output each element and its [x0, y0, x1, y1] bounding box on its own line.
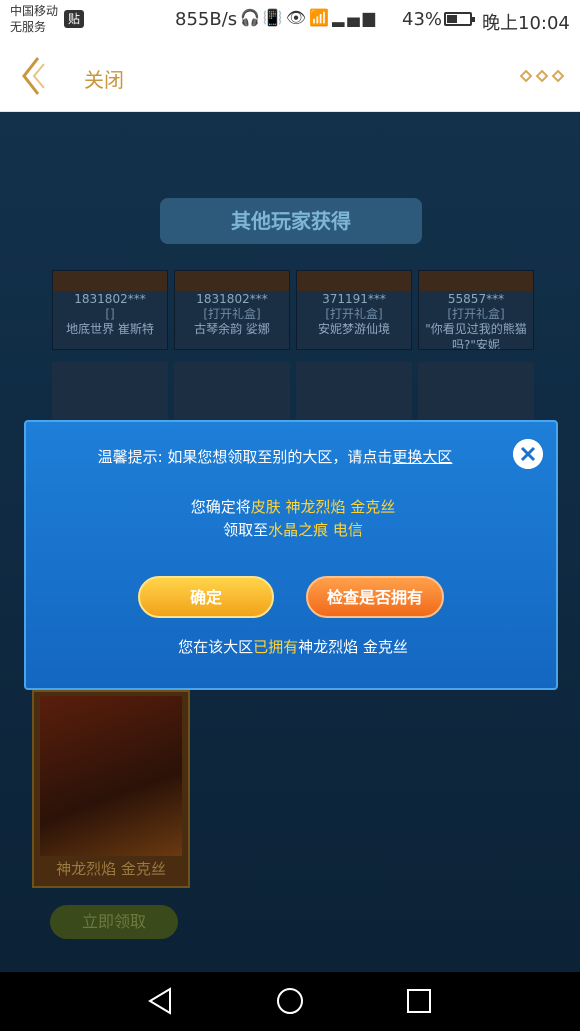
- player-action: [打开礼盒]: [203, 307, 261, 321]
- app-header: 关闭: [0, 40, 580, 112]
- confirm-dialog: 温馨提示: 如果您想领取至别的大区，请点击更换大区 您确定将皮肤 神龙烈焰 金克…: [24, 420, 558, 690]
- eye-icon: 👁: [285, 8, 310, 27]
- carrier-name: 中国移动: [10, 4, 59, 18]
- vibrate-icon: 📳: [262, 8, 286, 27]
- player-action: [打开礼盒]: [447, 307, 505, 321]
- confirm-button[interactable]: 确定: [138, 576, 274, 618]
- battery-icon: [444, 12, 475, 26]
- player-card: 1831802*** [] 地底世界 崔斯特: [52, 270, 168, 350]
- receive-prefix: 领取至: [223, 521, 269, 539]
- skin-card: 神龙烈焰 金克丝: [32, 690, 190, 888]
- section-title: 其他玩家获得: [231, 209, 351, 233]
- player-card: 55857*** [打开礼盒] "你看见过我的熊猫吗?"安妮: [418, 270, 534, 350]
- receive-target: 水晶之痕 电信: [268, 521, 363, 539]
- status-icons: 🎧📳👁📶▂▄▆: [240, 8, 378, 27]
- home-icon[interactable]: [275, 986, 305, 1016]
- carrier-info: 中国移动 无服务: [10, 3, 58, 35]
- player-skin: 古琴余韵 娑娜: [194, 322, 270, 336]
- own-prefix: 您在该大区: [178, 638, 254, 656]
- own-status: 已拥有: [253, 638, 299, 656]
- close-button[interactable]: 关闭: [84, 64, 124, 93]
- carrier-service: 无服务: [10, 20, 47, 34]
- confirm-item-line: 您确定将皮肤 神龙烈焰 金克丝: [26, 496, 560, 517]
- status-bar: 中国移动 无服务 贴 855B/s 🎧📳👁📶▂▄▆ 43% 晚上10:04: [0, 0, 580, 40]
- skin-artwork: [40, 696, 182, 856]
- player-action: []: [105, 307, 115, 321]
- confirm-item: 皮肤 神龙烈焰 金克丝: [250, 498, 396, 516]
- skin-card-name: 神龙烈焰 金克丝: [56, 860, 166, 878]
- wifi-icon: 📶: [309, 8, 333, 27]
- own-item: 神龙烈焰 金克丝: [298, 638, 408, 656]
- player-action: [打开礼盒]: [325, 307, 383, 321]
- player-id: 371191***: [322, 292, 386, 306]
- back-arrow-icon[interactable]: [18, 54, 48, 98]
- player-id: 1831802***: [74, 292, 146, 306]
- player-skin: 地底世界 崔斯特: [66, 322, 154, 336]
- ownership-status-line: 您在该大区已拥有神龙烈焰 金克丝: [26, 636, 560, 657]
- claim-now-button[interactable]: 立即领取: [50, 905, 178, 939]
- player-id: 1831802***: [196, 292, 268, 306]
- battery-percent: 43%: [402, 9, 443, 30]
- more-options-icon[interactable]: [520, 68, 564, 84]
- section-title-ribbon: 其他玩家获得: [160, 198, 422, 244]
- signal-icon: ▂▄▆: [332, 8, 378, 27]
- check-ownership-button[interactable]: 检查是否拥有: [306, 576, 444, 618]
- notification-badge: 贴: [64, 10, 84, 28]
- player-skin: 安妮梦游仙境: [317, 322, 390, 336]
- tip-text: 温馨提示: 如果您想领取至别的大区，请点击更换大区: [26, 446, 524, 467]
- confirm-region-line: 领取至水晶之痕 电信: [26, 519, 560, 540]
- skin-thumbnail: [52, 362, 168, 420]
- headset-icon: 🎧: [240, 8, 263, 27]
- navigation-bar: [0, 972, 580, 1031]
- clock: 晚上10:04: [482, 13, 570, 34]
- back-icon[interactable]: [146, 986, 176, 1016]
- skin-thumbnail: [174, 362, 290, 420]
- player-id: 55857***: [447, 292, 505, 306]
- player-skin: "你看见过我的熊猫吗?"安妮: [425, 322, 527, 350]
- skin-thumbnail: [418, 362, 534, 420]
- tip-prefix: 温馨提示: 如果您想领取至别的大区，请点击: [97, 448, 393, 466]
- recent-apps-icon[interactable]: [404, 986, 434, 1016]
- skin-thumbnail: [296, 362, 412, 420]
- close-icon[interactable]: [513, 439, 543, 469]
- player-card: 1831802*** [打开礼盒] 古琴余韵 娑娜: [174, 270, 290, 350]
- change-region-link[interactable]: 更换大区: [392, 448, 452, 466]
- confirm-prefix: 您确定将: [190, 498, 251, 516]
- network-speed: 855B/s: [175, 9, 238, 30]
- player-card: 371191*** [打开礼盒] 安妮梦游仙境: [296, 270, 412, 350]
